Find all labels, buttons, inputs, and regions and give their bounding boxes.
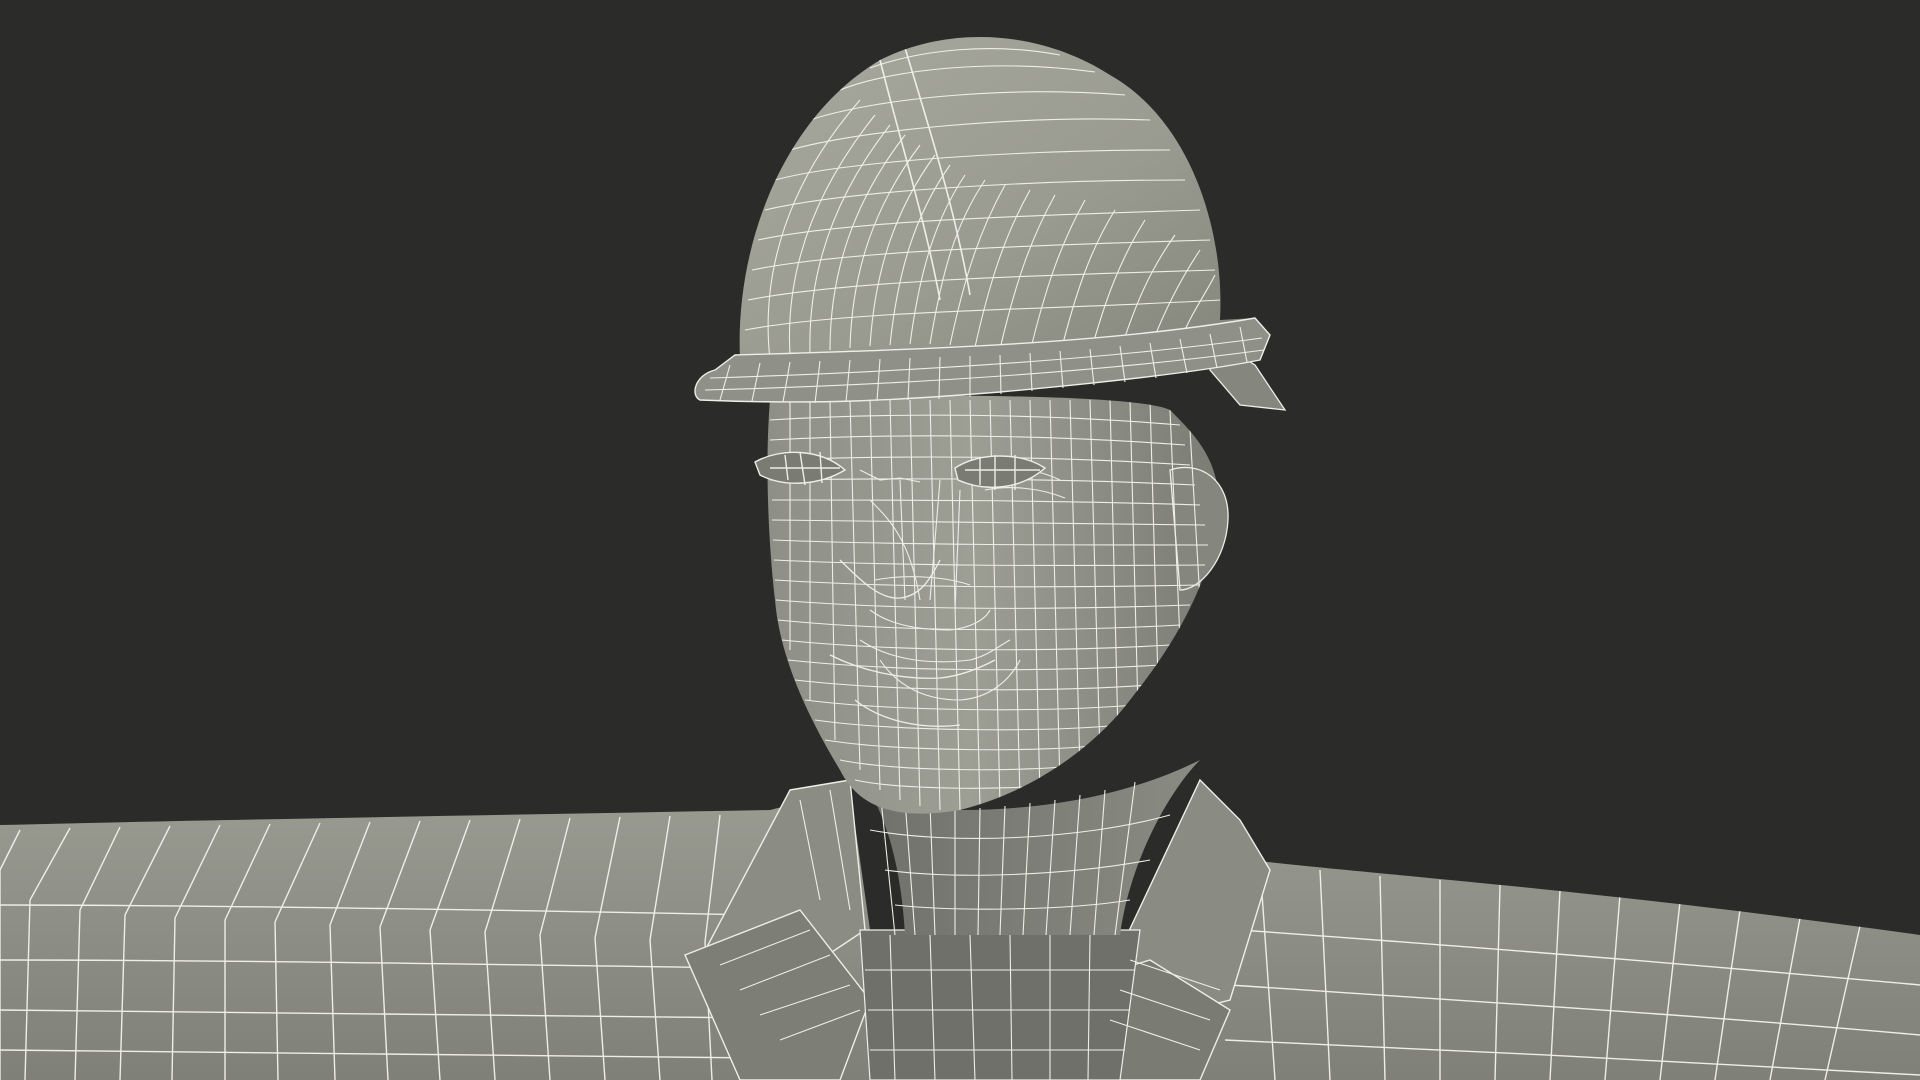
hard-hat-mesh xyxy=(694,37,1287,411)
head-mesh xyxy=(754,395,1229,814)
wireframe-render xyxy=(0,37,1920,1080)
render-viewport xyxy=(0,0,1920,1080)
